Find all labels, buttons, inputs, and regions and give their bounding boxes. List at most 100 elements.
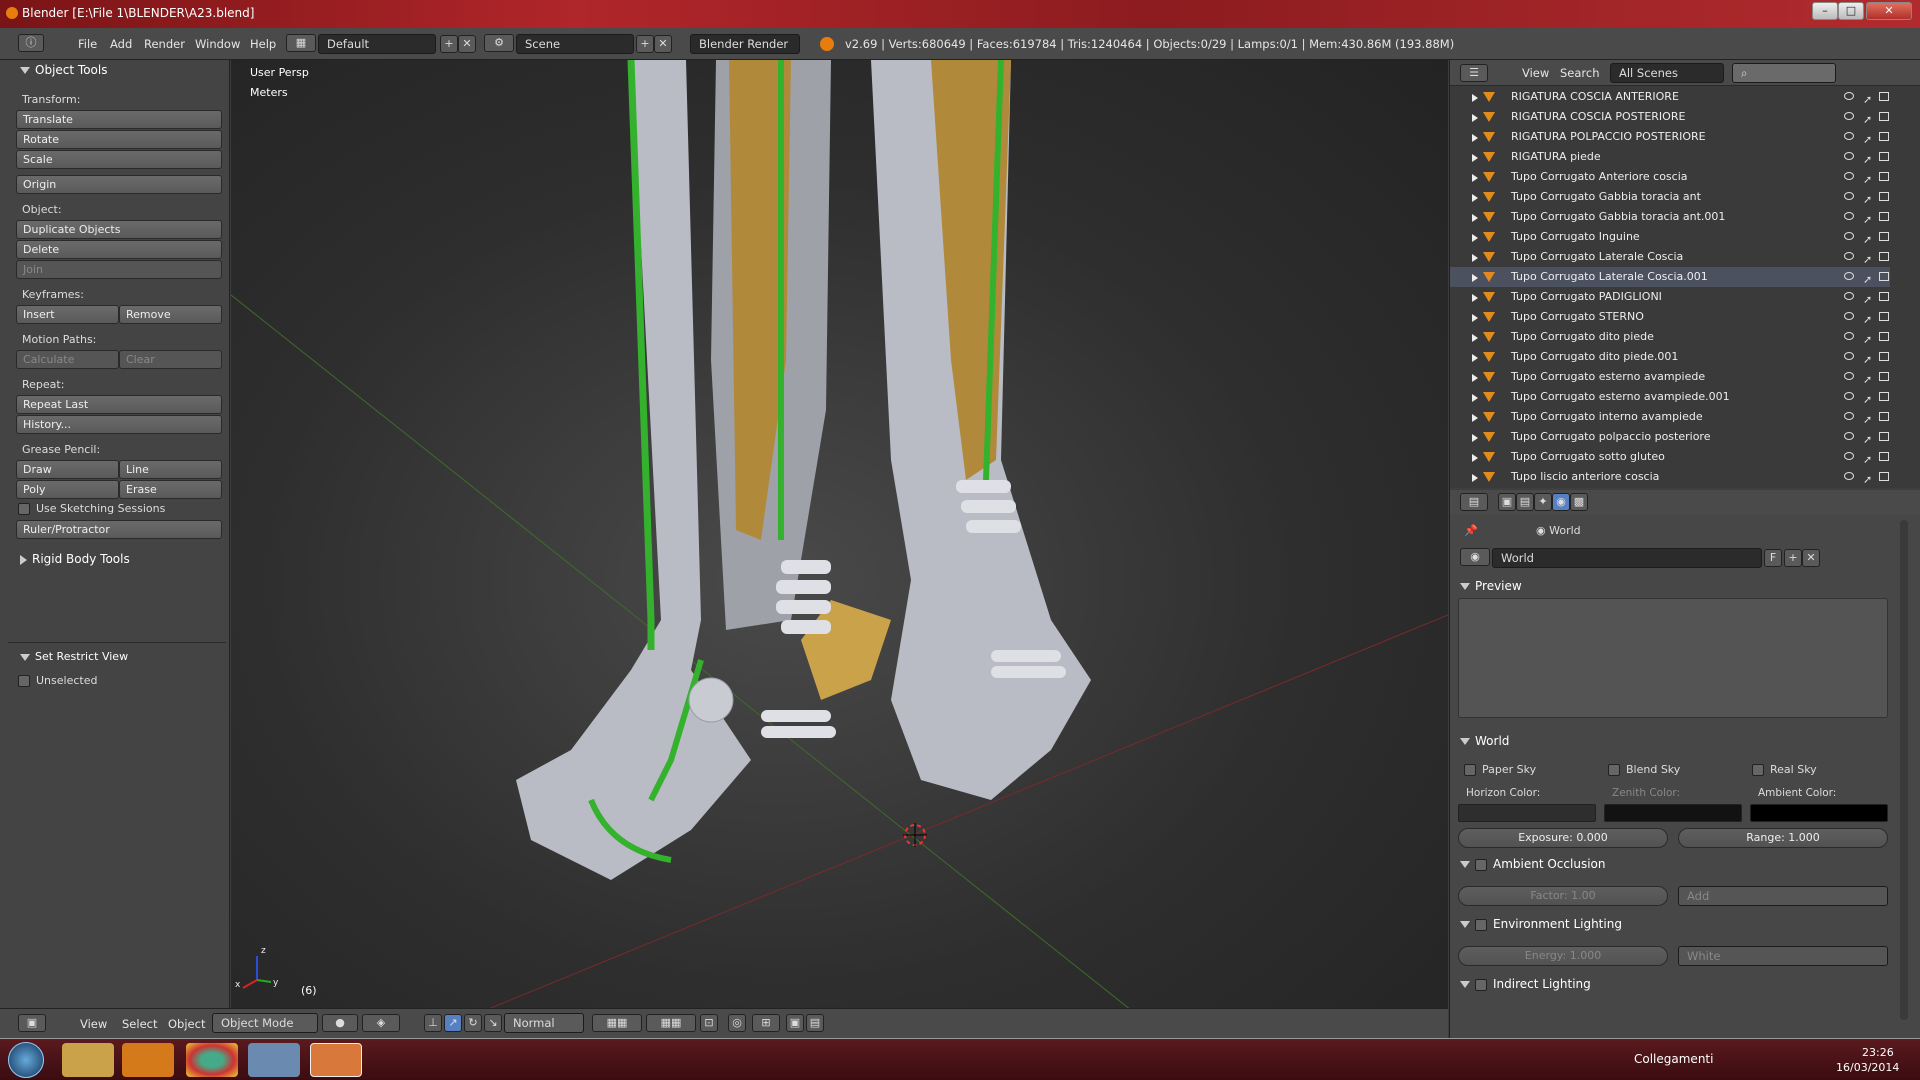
delete-button[interactable]: Delete: [16, 240, 222, 259]
insert-keyframe-button[interactable]: Insert: [16, 305, 119, 324]
indirect-light-header[interactable]: Indirect Lighting: [1460, 977, 1591, 991]
expand-icon[interactable]: [1472, 394, 1478, 402]
object-name[interactable]: RIGATURA POLPACCIO POSTERIORE: [1511, 127, 1706, 147]
history-button[interactable]: History...: [16, 415, 222, 434]
ruler-button[interactable]: Ruler/Protractor: [16, 520, 222, 539]
rigid-body-header[interactable]: Rigid Body Tools: [20, 552, 130, 566]
object-name[interactable]: Tupo Corrugato STERNO: [1511, 307, 1644, 327]
pivot-icon[interactable]: ◈: [362, 1014, 400, 1032]
repeat-last-button[interactable]: Repeat Last: [16, 395, 222, 414]
info-editor-type-icon[interactable]: ⓘ: [18, 34, 44, 52]
screen-layout-field[interactable]: Default: [318, 34, 436, 54]
object-name[interactable]: Tupo Corrugato dito piede.001: [1511, 347, 1678, 367]
object-name[interactable]: Tupo Corrugato polpaccio posteriore: [1511, 427, 1710, 447]
visibility-eye-icon[interactable]: [1844, 292, 1854, 300]
selectable-cursor-icon[interactable]: ➚: [1863, 470, 1872, 490]
object-name[interactable]: Tupo Corrugato sotto gluteo: [1511, 447, 1665, 467]
expand-icon[interactable]: [1472, 434, 1478, 442]
renderable-camera-icon[interactable]: [1879, 432, 1889, 441]
proportional-edit-icon[interactable]: ◎: [728, 1014, 746, 1032]
blend-sky-checkbox[interactable]: Blend Sky: [1608, 763, 1680, 776]
expand-icon[interactable]: [1472, 474, 1478, 482]
unlink-world-icon[interactable]: ✕: [1802, 549, 1820, 567]
expand-icon[interactable]: [1472, 334, 1478, 342]
draw-button[interactable]: Draw: [16, 460, 119, 479]
object-name[interactable]: RIGATURA COSCIA POSTERIORE: [1511, 107, 1685, 127]
visibility-eye-icon[interactable]: [1844, 392, 1854, 400]
outliner-row[interactable]: Tupo Corrugato interno avampiede ➚: [1450, 407, 1890, 427]
layers-tab-icon[interactable]: ▤: [1516, 493, 1534, 511]
renderable-camera-icon[interactable]: [1879, 252, 1889, 261]
outliner-search-menu[interactable]: Search: [1560, 66, 1600, 80]
outliner-filter-select[interactable]: All Scenes: [1610, 63, 1724, 83]
screen-layout-icon[interactable]: ▦: [286, 34, 316, 52]
outliner-row[interactable]: Tupo Corrugato polpaccio posteriore ➚: [1450, 427, 1890, 447]
layers-icon[interactable]: ▦▦: [592, 1014, 642, 1032]
texture-tab-icon[interactable]: ▩: [1570, 493, 1588, 511]
visibility-eye-icon[interactable]: [1844, 312, 1854, 320]
preview-header[interactable]: Preview: [1460, 579, 1522, 593]
outliner-row[interactable]: Tupo Corrugato dito piede ➚: [1450, 327, 1890, 347]
outliner-row[interactable]: Tupo Corrugato Inguine ➚: [1450, 227, 1890, 247]
layers-2-icon[interactable]: ▦▦: [646, 1014, 696, 1032]
snap-icon[interactable]: ⊞: [752, 1014, 780, 1032]
outliner-row[interactable]: Tupo Corrugato esterno avampiede.001 ➚: [1450, 387, 1890, 407]
renderable-camera-icon[interactable]: [1879, 472, 1889, 481]
visibility-eye-icon[interactable]: [1844, 172, 1854, 180]
visibility-eye-icon[interactable]: [1844, 132, 1854, 140]
object-name[interactable]: Tupo Corrugato interno avampiede: [1511, 407, 1703, 427]
object-name[interactable]: Tupo Corrugato Laterale Coscia: [1511, 247, 1683, 267]
rotate-manipulator-icon[interactable]: ↻: [464, 1014, 482, 1032]
visibility-eye-icon[interactable]: [1844, 432, 1854, 440]
unselected-checkbox[interactable]: Unselected: [18, 674, 97, 687]
breadcrumb-world[interactable]: ◉ World: [1536, 524, 1581, 537]
visibility-eye-icon[interactable]: [1844, 352, 1854, 360]
editor-type-icon[interactable]: ▣: [18, 1014, 46, 1032]
outliner-row[interactable]: RIGATURA COSCIA ANTERIORE ➚: [1450, 87, 1890, 107]
expand-icon[interactable]: [1472, 454, 1478, 462]
expand-icon[interactable]: [1472, 114, 1478, 122]
object-name[interactable]: RIGATURA COSCIA ANTERIORE: [1511, 87, 1679, 107]
visibility-eye-icon[interactable]: [1844, 212, 1854, 220]
outliner-row[interactable]: Tupo Corrugato Gabbia toracia ant.001 ➚: [1450, 207, 1890, 227]
expand-icon[interactable]: [1472, 94, 1478, 102]
renderable-camera-icon[interactable]: [1879, 412, 1889, 421]
add-screen-icon[interactable]: +: [440, 35, 458, 53]
ambient-color-swatch[interactable]: [1750, 804, 1888, 822]
expand-icon[interactable]: [1472, 374, 1478, 382]
ao-header[interactable]: Ambient Occlusion: [1460, 857, 1605, 871]
expand-icon[interactable]: [1472, 134, 1478, 142]
outliner-row[interactable]: Tupo Corrugato Gabbia toracia ant ➚: [1450, 187, 1890, 207]
manipulator-icon[interactable]: ⊥: [424, 1014, 442, 1032]
outliner-row[interactable]: RIGATURA POLPACCIO POSTERIORE ➚: [1450, 127, 1890, 147]
add-scene-icon[interactable]: +: [636, 35, 654, 53]
outliner-editor-icon[interactable]: ☰: [1460, 64, 1488, 82]
outliner-row[interactable]: Tupo Corrugato dito piede.001 ➚: [1450, 347, 1890, 367]
outliner-row[interactable]: Tupo Corrugato STERNO ➚: [1450, 307, 1890, 327]
renderable-camera-icon[interactable]: [1879, 152, 1889, 161]
ao-mode-select[interactable]: Add: [1678, 886, 1888, 906]
renderable-camera-icon[interactable]: [1879, 192, 1889, 201]
object-name[interactable]: Tupo Corrugato esterno avampiede.001: [1511, 387, 1730, 407]
menu-file[interactable]: File: [78, 37, 97, 51]
renderable-camera-icon[interactable]: [1879, 452, 1889, 461]
translate-button[interactable]: Translate: [16, 110, 222, 129]
visibility-eye-icon[interactable]: [1844, 252, 1854, 260]
render-still-icon[interactable]: ▣: [786, 1014, 804, 1032]
renderable-camera-icon[interactable]: [1879, 132, 1889, 141]
line-button[interactable]: Line: [119, 460, 222, 479]
minimize-button[interactable]: –: [1812, 2, 1838, 20]
renderable-camera-icon[interactable]: [1879, 92, 1889, 101]
renderable-camera-icon[interactable]: [1879, 312, 1889, 321]
pin-icon[interactable]: 📌: [1464, 524, 1478, 537]
world-icon[interactable]: ◉: [1460, 548, 1490, 566]
object-name[interactable]: Tupo Corrugato Inguine: [1511, 227, 1640, 247]
fake-user-button[interactable]: F: [1764, 549, 1782, 567]
object-tools-header[interactable]: Object Tools: [20, 63, 107, 77]
object-name[interactable]: Tupo Corrugato Gabbia toracia ant.001: [1511, 207, 1725, 227]
env-energy-slider[interactable]: Energy: 1.000: [1458, 946, 1668, 966]
tray-label[interactable]: Collegamenti: [1634, 1052, 1713, 1066]
poly-button[interactable]: Poly: [16, 480, 119, 499]
remove-scene-icon[interactable]: ✕: [654, 35, 672, 53]
expand-icon[interactable]: [1472, 174, 1478, 182]
